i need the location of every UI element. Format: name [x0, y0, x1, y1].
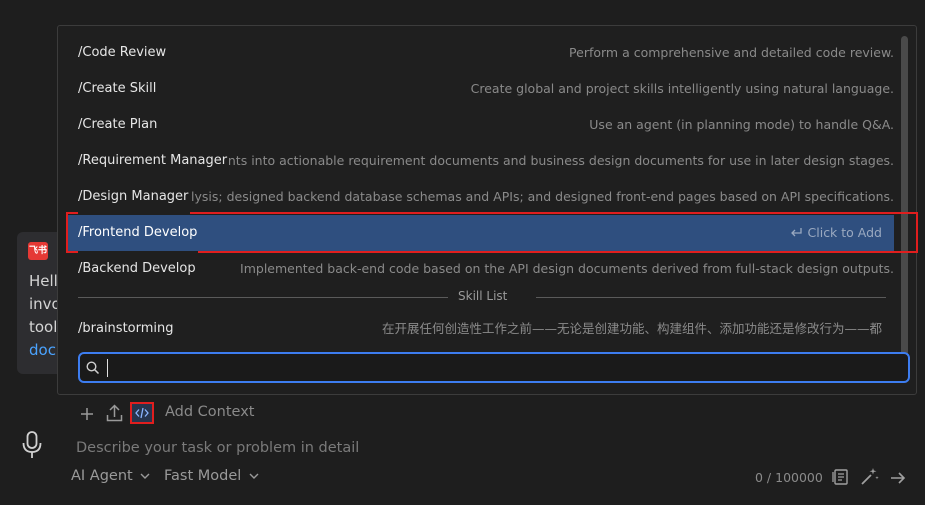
task-input[interactable]: Describe your task or problem in detail [76, 440, 359, 456]
command-name: /Backend Develop [78, 251, 198, 287]
command-description: Create global and project skills intelli… [470, 81, 894, 96]
command-item-code-review[interactable]: /Code Review Perform a comprehensive and… [66, 35, 894, 71]
code-icon [135, 407, 149, 419]
search-icon [86, 361, 100, 375]
command-name: /Requirement Manager [78, 143, 230, 179]
command-name: /Create Plan [78, 107, 160, 143]
microphone-icon[interactable] [20, 430, 44, 464]
model-selector-label: Fast Model [164, 468, 242, 484]
plus-icon[interactable] [80, 406, 94, 425]
command-description: Implemented back-end code based on the A… [240, 261, 894, 276]
command-description: Perform a comprehensive and detailed cod… [569, 45, 894, 60]
message-line: invo [29, 295, 61, 313]
chevron-down-icon [249, 473, 259, 479]
command-item-create-skill[interactable]: /Create Skill Create global and project … [66, 71, 894, 107]
command-description: ents analysis; designed backend database… [136, 189, 894, 204]
command-search [78, 352, 910, 383]
model-selector[interactable]: Fast Model [164, 468, 259, 484]
agent-selector[interactable]: AI Agent [71, 468, 150, 484]
click-to-add-hint: Click to Add [790, 215, 882, 251]
command-search-input[interactable] [106, 357, 890, 380]
skill-description: 在开展任何创造性工作之前——无论是创建功能、构建组件、添加功能还是修改行为——都 [381, 321, 882, 336]
command-item-frontend-develop[interactable]: /Frontend Develop Click to Add [66, 215, 894, 251]
character-counter: 0 / 100000 [755, 470, 823, 485]
popup-scrollbar[interactable] [901, 36, 908, 356]
skill-list-divider: Skill List [78, 287, 886, 307]
text-caret [107, 359, 108, 377]
magic-wand-icon[interactable] [860, 467, 879, 490]
prompt-template-icon[interactable] [832, 468, 850, 490]
command-item-create-plan[interactable]: /Create Plan Use an agent (in planning m… [66, 107, 894, 143]
command-item-requirement-manager[interactable]: /Requirement Manager equirements into ac… [66, 143, 894, 179]
command-item-design-manager[interactable]: /Design Manager ents analysis; designed … [66, 179, 894, 215]
command-description: Use an agent (in planning mode) to handl… [589, 117, 894, 132]
command-name: /Create Skill [78, 71, 159, 107]
enter-icon [790, 228, 802, 237]
agent-selector-label: AI Agent [71, 468, 133, 484]
message-line: tool [29, 318, 58, 336]
chevron-down-icon [140, 473, 150, 479]
message-line: Hell [29, 272, 58, 290]
command-description: equirements into actionable requirement … [168, 153, 894, 168]
command-name: /Frontend Develop [78, 225, 198, 240]
command-item-backend-develop[interactable]: /Backend Develop Implemented back-end co… [66, 251, 894, 287]
skill-name: /brainstorming [78, 311, 176, 347]
command-name: /Design Manager [78, 179, 191, 215]
skill-list-label: Skill List [458, 289, 508, 303]
code-context-button[interactable] [130, 402, 154, 424]
upload-icon[interactable] [106, 404, 123, 426]
command-popup: /Code Review Perform a comprehensive and… [57, 25, 917, 395]
command-name: /Code Review [78, 35, 169, 71]
feishu-logo: 飞书 [28, 242, 48, 260]
skill-item-brainstorming[interactable]: /brainstorming 在开展任何创造性工作之前——无论是创建功能、构建组… [66, 311, 894, 347]
send-arrow-icon[interactable] [890, 470, 906, 489]
add-context-button[interactable]: Add Context [165, 404, 255, 420]
